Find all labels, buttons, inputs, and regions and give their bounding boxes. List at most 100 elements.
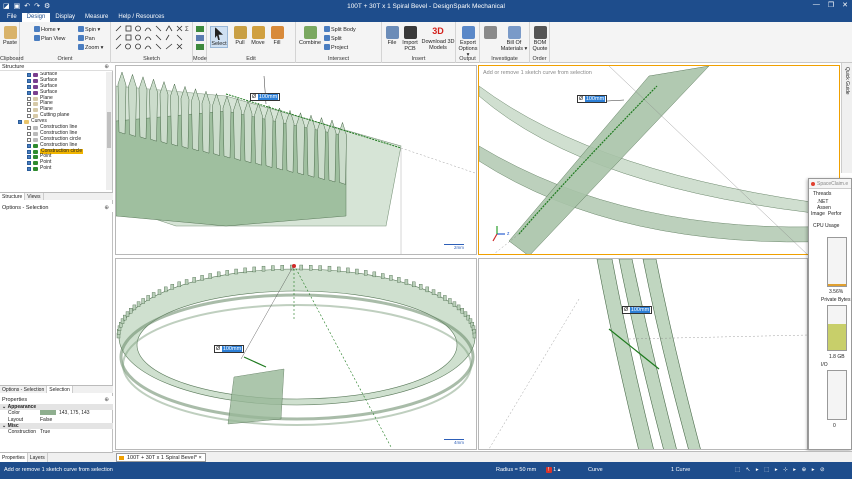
tab-display[interactable]: Display <box>50 13 80 22</box>
visibility-checkbox[interactable] <box>27 143 31 148</box>
status-errors[interactable]: ! 1 ▴ <box>546 467 560 473</box>
quick-guide-sidebar[interactable]: Quick Guide <box>841 63 852 173</box>
tab-properties[interactable]: Properties <box>0 453 28 462</box>
maximize-button[interactable]: ❐ <box>828 1 834 9</box>
move-button[interactable]: Move <box>250 26 266 46</box>
tab-image[interactable]: Image <box>811 211 825 217</box>
measure-button[interactable] <box>483 26 497 40</box>
split-button[interactable]: Split <box>324 35 342 42</box>
tab-design[interactable]: Design <box>21 13 51 22</box>
visibility-checkbox[interactable] <box>27 78 31 83</box>
fill-button[interactable]: Fill <box>269 26 285 46</box>
tab-file[interactable]: File <box>2 13 22 22</box>
spin-button[interactable]: Spin ▾ <box>78 26 100 33</box>
diameter-dimension[interactable]: Ø 100mm <box>250 93 281 101</box>
pan-button[interactable]: Pan <box>78 35 95 42</box>
visibility-checkbox[interactable] <box>27 84 31 89</box>
minimize-button[interactable]: — <box>813 1 820 9</box>
save-icon[interactable]: ▣ <box>14 2 21 10</box>
visibility-checkbox[interactable] <box>27 131 31 136</box>
visibility-checkbox[interactable] <box>18 120 22 125</box>
tab-views[interactable]: Views <box>25 193 44 200</box>
tab-options-selection[interactable]: Options - Selection <box>0 386 48 393</box>
gear-tooth <box>425 286 429 293</box>
move-icon <box>251 26 265 39</box>
pull-button[interactable]: Pull <box>232 26 248 46</box>
visibility-checkbox[interactable] <box>27 167 31 172</box>
gear-tooth <box>129 308 133 314</box>
structure-tree[interactable]: Surface Surface Surface Surface Plane Plane Pl… <box>0 72 106 190</box>
visibility-checkbox[interactable] <box>27 96 31 101</box>
app-icon[interactable]: ◪ <box>3 2 10 10</box>
diameter-dimension[interactable]: Ø 100mm <box>577 95 608 103</box>
split-icon <box>324 35 330 41</box>
import-pcb-button[interactable]: Import PCB <box>401 26 419 52</box>
combine-button[interactable]: Combine <box>299 26 321 46</box>
visibility-checkbox[interactable] <box>27 90 31 95</box>
redo-icon[interactable]: ↷ <box>34 2 40 10</box>
scale-bar: 2mm <box>444 244 464 250</box>
pin-icon[interactable]: ⊕ <box>104 204 109 212</box>
tab-measure[interactable]: Measure <box>80 13 113 22</box>
axis-label: z <box>507 231 510 237</box>
sketch-mode-icon[interactable] <box>196 26 204 32</box>
split-body-button[interactable]: Split Body <box>324 26 356 33</box>
plan-view-button[interactable]: Plan View <box>34 35 65 42</box>
visibility-checkbox[interactable] <box>27 155 31 160</box>
file-button[interactable]: File <box>384 26 400 46</box>
diameter-dimension[interactable]: Ø 100mm <box>622 306 653 314</box>
bill-of-materials-button[interactable]: Bill Of Materials ▾ <box>500 26 528 52</box>
paste-button[interactable]: Paste <box>2 26 18 46</box>
export-options-button[interactable]: Export Options ▾ <box>458 26 478 58</box>
visibility-checkbox[interactable] <box>27 137 31 142</box>
visibility-checkbox[interactable] <box>27 102 31 107</box>
visibility-checkbox[interactable] <box>27 125 31 130</box>
tab-structure[interactable]: Structure <box>0 193 26 200</box>
options-icon[interactable]: ⚙ <box>44 2 50 10</box>
color-swatch[interactable] <box>40 410 56 416</box>
viewport-bottom-left[interactable]: Ø 100mm 4mm <box>115 258 477 450</box>
home-button[interactable]: Home ▾ <box>34 26 60 33</box>
scroll-thumb[interactable] <box>107 112 111 148</box>
section-mode-icon[interactable] <box>196 35 204 41</box>
tab-selection[interactable]: Selection <box>47 386 73 393</box>
tab-layers[interactable]: Layers <box>28 453 48 462</box>
gear-tooth <box>180 85 190 149</box>
curve-icon <box>33 167 38 172</box>
visibility-checkbox[interactable] <box>27 108 31 113</box>
diag-net[interactable]: .NET Assen <box>809 199 851 211</box>
close-button[interactable]: ✕ <box>842 1 848 9</box>
tree-item[interactable]: Point <box>0 165 106 172</box>
tab-performance[interactable]: Perfor <box>828 211 842 217</box>
pin-icon[interactable]: ⊕ <box>104 396 109 404</box>
diag-title[interactable]: SpaceClaim.e <box>809 179 851 189</box>
project-button[interactable]: Project <box>324 44 348 51</box>
visibility-checkbox[interactable] <box>27 161 31 166</box>
io-value: 0 <box>833 423 836 429</box>
status-tools[interactable]: ⬚ ↖ ▸ ⬚ ▸ ⊹ ▸ ⊕ ▸ ⊘ <box>735 467 827 473</box>
visibility-checkbox[interactable] <box>27 72 31 77</box>
gear-tooth <box>191 87 200 152</box>
select-arrow-icon <box>215 27 223 40</box>
sketch-tools[interactable]: Σ <box>111 22 193 54</box>
tab-help[interactable]: Help / Resources <box>113 13 169 22</box>
3d-mode-icon[interactable] <box>196 44 204 50</box>
document-tab[interactable]: 100T + 30T x 1 Spiral Bevel* × <box>116 453 206 462</box>
structure-scrollbar[interactable] <box>106 72 112 190</box>
ribbon: Paste Clipboard Home ▾ Plan View Spin ▾ … <box>0 22 852 63</box>
zoom-button[interactable]: Zoom ▾ <box>78 44 103 51</box>
select-button[interactable]: Select <box>210 26 228 48</box>
gear-tooth <box>149 78 158 142</box>
pin-icon[interactable]: ⊕ <box>104 63 109 71</box>
diameter-dimension[interactable]: Ø 100mm <box>214 345 245 353</box>
viewport-top-left[interactable]: Ø 100mm 2mm <box>115 65 477 255</box>
viewport-top-right[interactable]: Add or remove 1 sketch curve from select… <box>478 65 840 255</box>
diag-threads[interactable]: Threads <box>809 189 851 199</box>
diagnostics-window[interactable]: SpaceClaim.e Threads .NET Assen Image Per… <box>808 178 852 450</box>
bom-quote-button[interactable]: BOM Quote <box>531 26 549 52</box>
undo-icon[interactable]: ↶ <box>24 2 30 10</box>
download-3d-button[interactable]: 3D Download 3D Models <box>421 26 455 51</box>
property-construction[interactable]: Construction True <box>0 429 113 435</box>
viewport-bottom-right[interactable]: Ø 100mm <box>478 258 808 450</box>
visibility-checkbox[interactable] <box>27 149 31 154</box>
